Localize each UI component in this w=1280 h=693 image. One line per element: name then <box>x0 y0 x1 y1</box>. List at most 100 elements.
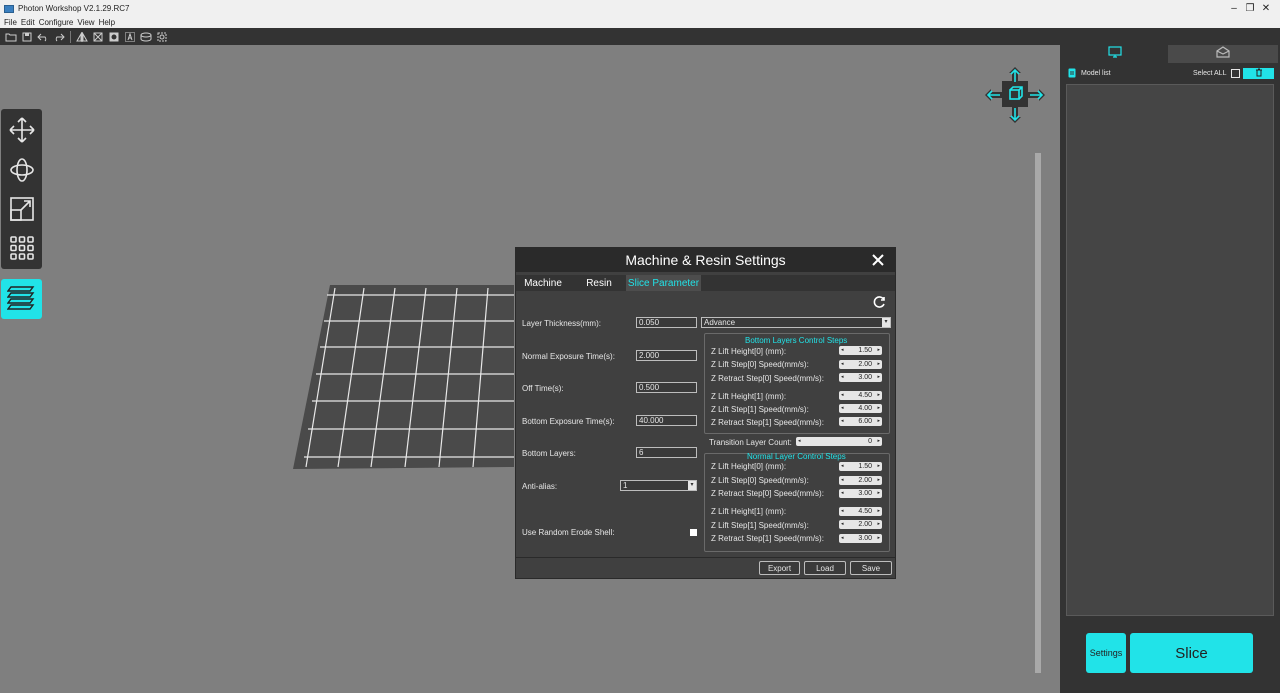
normal-z-retract-step-0-label: Z Retract Step[0] Speed(mm/s): <box>711 489 824 498</box>
toolbar <box>0 28 1280 45</box>
mode-select-value: Advance <box>704 318 736 327</box>
normal-z-retract-step-1-label: Z Retract Step[1] Speed(mm/s): <box>711 534 824 543</box>
toolbar-divider <box>70 30 71 43</box>
normal-exposure-input[interactable]: 2.000 <box>636 350 697 361</box>
bottom-z-lift-step-1-label: Z Lift Step[1] Speed(mm/s): <box>711 405 809 414</box>
support-icon[interactable] <box>139 30 153 44</box>
dialog-tabs: Machine Resin Slice Parameter <box>516 275 895 291</box>
dialog-footer-divider <box>516 557 895 558</box>
bottom-z-retract-step-1-stepper[interactable]: ◂ 6.00 ▸ <box>839 417 882 426</box>
viewport-scrollbar[interactable] <box>1035 153 1041 673</box>
random-erode-label: Use Random Erode Shell: <box>522 528 615 537</box>
view-navigation-cube <box>985 67 1045 123</box>
bottom-z-lift-step-0-stepper[interactable]: ◂ 2.00 ▸ <box>839 360 882 369</box>
chevron-down-icon: ▾ <box>688 481 696 490</box>
menu-configure[interactable]: Configure <box>39 18 74 27</box>
menu-help[interactable]: Help <box>99 18 115 27</box>
refresh-icon[interactable] <box>873 295 887 309</box>
normal-z-lift-step-0-label: Z Lift Step[0] Speed(mm/s): <box>711 476 809 485</box>
anti-alias-value: 1 <box>623 481 628 490</box>
hollow-icon[interactable] <box>91 30 105 44</box>
normal-z-lift-step-1-label: Z Lift Step[1] Speed(mm/s): <box>711 521 809 530</box>
scale-icon[interactable] <box>6 193 38 225</box>
close-icon[interactable] <box>869 250 887 270</box>
normal-z-lift-height-1-label: Z Lift Height[1] (mm): <box>711 507 787 516</box>
left-tool-rail <box>1 109 42 269</box>
normal-z-lift-height-0-stepper[interactable]: ◂ 1.50 ▸ <box>839 462 882 471</box>
normal-z-retract-step-1-stepper[interactable]: ◂ 3.00 ▸ <box>839 534 882 543</box>
open-folder-icon[interactable] <box>4 30 18 44</box>
anti-alias-select[interactable]: 1 ▾ <box>620 480 697 491</box>
bottom-z-retract-step-0-stepper[interactable]: ◂ 3.00 ▸ <box>839 373 882 382</box>
normal-z-retract-step-0-stepper[interactable]: ◂ 3.00 ▸ <box>839 489 882 498</box>
normal-z-lift-step-0-stepper[interactable]: ◂ 2.00 ▸ <box>839 476 882 485</box>
app-logo-icon <box>4 4 14 13</box>
tab-machine[interactable]: Machine <box>516 275 570 291</box>
tab-resin[interactable]: Resin <box>573 275 625 291</box>
random-erode-checkbox[interactable] <box>690 529 697 536</box>
restore-icon[interactable]: ❐ <box>1242 0 1258 17</box>
settings-button[interactable]: Settings <box>1086 633 1126 673</box>
bottom-exposure-input[interactable]: 40.000 <box>636 415 697 426</box>
tab-slice-parameter[interactable]: Slice Parameter <box>626 275 701 291</box>
load-button[interactable]: Load <box>804 561 846 575</box>
normal-z-lift-step-1-stepper[interactable]: ◂ 2.00 ▸ <box>839 520 882 529</box>
trash-icon <box>1255 68 1263 79</box>
normal-z-lift-height-0-label: Z Lift Height[0] (mm): <box>711 462 787 471</box>
transition-layer-count-label: Transition Layer Count: <box>709 438 792 447</box>
normal-z-lift-height-1-stepper[interactable]: ◂ 4.50 ▸ <box>839 507 882 516</box>
grid-arrange-icon[interactable] <box>6 232 38 264</box>
menu-view[interactable]: View <box>77 18 94 27</box>
model-list[interactable] <box>1066 84 1274 616</box>
export-button[interactable]: Export <box>759 561 800 575</box>
menu-edit[interactable]: Edit <box>21 18 35 27</box>
transition-layer-count-stepper[interactable]: ◂ 0 ▸ <box>796 437 882 446</box>
file-icon <box>1068 68 1076 80</box>
box-icon <box>1216 45 1230 63</box>
menu-file[interactable]: File <box>4 18 17 27</box>
monitor-icon <box>1108 45 1122 63</box>
bottom-z-lift-height-1-label: Z Lift Height[1] (mm): <box>711 392 787 401</box>
punch-icon[interactable] <box>107 30 121 44</box>
move-icon[interactable] <box>6 114 38 146</box>
rotate-icon[interactable] <box>6 154 38 186</box>
select-all-checkbox[interactable] <box>1231 69 1240 78</box>
anti-alias-label: Anti-alias: <box>522 482 558 491</box>
undo-icon[interactable] <box>36 30 50 44</box>
bottom-z-lift-height-0-label: Z Lift Height[0] (mm): <box>711 347 787 356</box>
bottom-z-retract-step-1-label: Z Retract Step[1] Speed(mm/s): <box>711 418 824 427</box>
minimize-icon[interactable]: – <box>1226 0 1242 17</box>
bottom-layers-label: Bottom Layers: <box>522 449 576 458</box>
bottom-z-lift-step-0-label: Z Lift Step[0] Speed(mm/s): <box>711 360 809 369</box>
settings-icon[interactable] <box>155 30 169 44</box>
machine-resin-settings-dialog: Machine & Resin Settings Machine Resin S… <box>515 247 896 579</box>
mode-select[interactable]: Advance ▾ <box>701 317 891 328</box>
bottom-z-lift-step-1-stepper[interactable]: ◂ 4.00 ▸ <box>839 404 882 413</box>
text-icon[interactable] <box>123 30 137 44</box>
dialog-title-bar: Machine & Resin Settings <box>516 248 895 272</box>
bottom-layers-input[interactable]: 6 <box>636 447 697 458</box>
bottom-z-lift-height-0-stepper[interactable]: ◂ 1.50 ▸ <box>839 346 882 355</box>
layers-button[interactable] <box>1 279 42 319</box>
tab-support[interactable] <box>1168 45 1278 63</box>
bottom-z-lift-height-1-stepper[interactable]: ◂ 4.50 ▸ <box>839 391 882 400</box>
save-button[interactable]: Save <box>850 561 892 575</box>
layer-thickness-input[interactable]: 0.050 <box>636 317 697 328</box>
redo-icon[interactable] <box>52 30 66 44</box>
mirror-icon[interactable] <box>75 30 89 44</box>
off-time-input[interactable]: 0.500 <box>636 382 697 393</box>
slice-button[interactable]: Slice <box>1130 633 1253 673</box>
normal-group-title: Normal Layer Control Steps <box>747 452 846 461</box>
save-icon[interactable] <box>20 30 34 44</box>
window-title: Photon Workshop V2.1.29.RC7 <box>18 4 130 13</box>
bottom-z-retract-step-0-label: Z Retract Step[0] Speed(mm/s): <box>711 374 824 383</box>
menu-bar: File Edit Configure View Help <box>0 17 1280 28</box>
layers-icon <box>6 283 37 316</box>
dialog-title: Machine & Resin Settings <box>625 252 786 268</box>
select-all-label: Select ALL <box>1193 70 1227 77</box>
chevron-down-icon: ▾ <box>882 318 890 327</box>
layer-thickness-label: Layer Thickness(mm): <box>522 319 601 328</box>
tab-model-list[interactable] <box>1062 45 1168 63</box>
delete-button[interactable] <box>1243 68 1274 79</box>
close-window-icon[interactable]: ✕ <box>1258 0 1274 17</box>
